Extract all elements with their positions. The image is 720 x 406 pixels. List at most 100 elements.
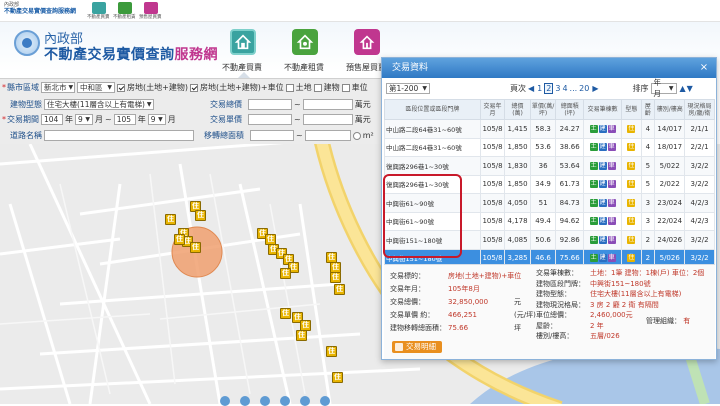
col-count[interactable]: 交易筆棟數 [583, 99, 623, 120]
total-price-max-input[interactable] [302, 99, 353, 110]
map-locate-icon[interactable] [260, 396, 270, 406]
from-year-select[interactable]: 104 [41, 114, 63, 125]
nav-rent-button[interactable] [292, 29, 318, 55]
filter-row-area: 移轉總面積 ~ m² [204, 130, 374, 141]
map-zoom-in-icon[interactable] [220, 396, 230, 406]
area-unit-radio[interactable] [352, 131, 361, 140]
map-measure-icon[interactable] [300, 396, 310, 406]
page-4[interactable]: 4 [562, 84, 567, 93]
area-max-input[interactable] [304, 130, 351, 141]
map-zoom-out-icon[interactable] [240, 396, 250, 406]
col-age[interactable]: 屋齡 [640, 99, 656, 120]
prev-page-icon[interactable]: ◀ [528, 84, 534, 93]
detail-value: 住宅大樓(11層含以上有電梯) [590, 290, 682, 298]
col-type[interactable]: 型態 [621, 99, 642, 120]
mini-logo[interactable]: 內政部 不動產交易實價查詢服務網 [4, 2, 80, 20]
to-month-select[interactable]: 9 ▼ [147, 114, 166, 125]
table-cell-ym: 105/8 [479, 193, 506, 213]
type-check-land[interactable] [285, 83, 294, 92]
range-select[interactable]: 第1-200 ▼ [386, 82, 430, 94]
nav-presale-button[interactable] [354, 29, 380, 55]
period-range-sep: ~ [105, 115, 112, 124]
detail-left-row: 交易年月： 105年8月 [390, 284, 514, 294]
required-mark: * [2, 83, 6, 92]
count-tag: 車 [607, 217, 616, 226]
count-tag: 車 [607, 254, 616, 263]
detail-label: 建物現況格局： [536, 300, 585, 309]
property-pin-icon[interactable]: 住 [174, 234, 185, 245]
type-check-building[interactable] [313, 83, 322, 92]
map-print-icon[interactable] [320, 396, 330, 406]
table-row[interactable]: 中山路二段64巷31~60號 105/8 1,850 53.6 38.66 土建車住 4 18… [384, 137, 715, 157]
type-check-house-land-parking[interactable] [189, 83, 198, 92]
property-pin-icon[interactable]: 住 [296, 330, 307, 341]
count-tag: 建 [598, 143, 607, 152]
table-cell-age: 3 [640, 193, 656, 213]
map-layer-icon[interactable] [280, 396, 290, 406]
rent-house-icon [296, 34, 314, 50]
property-pin-icon[interactable]: 住 [326, 346, 337, 357]
area-min-input[interactable] [250, 130, 294, 141]
detail-value: 3 房 2 廳 2 衛 有隔間 [590, 300, 659, 309]
mini-sale-icon[interactable] [92, 2, 106, 14]
unit-price-max-input[interactable] [302, 114, 353, 125]
col-floor[interactable]: 樓別/樓高 [654, 99, 686, 120]
col-year-month[interactable]: 交易年月 [479, 99, 506, 120]
table-row[interactable]: 復興路296巷1~30號 105/8 1,830 36 53.64 土建車住 5 5/022 3… [384, 156, 715, 176]
city-select[interactable]: 新北市 ▼ [41, 82, 75, 93]
unit-price-min-input[interactable] [248, 114, 292, 125]
property-pin-icon[interactable]: 住 [195, 210, 206, 221]
site-title[interactable]: 不動產交易實價查詢服務網 [44, 44, 218, 64]
col-total-price[interactable]: 總價(萬) [504, 99, 531, 120]
to-year-select[interactable]: 105 [113, 114, 136, 125]
detail-label: 建物移轉總面積： [390, 324, 446, 332]
table-cell-ym: 105/8 [479, 137, 506, 157]
nav-sale-button[interactable] [230, 29, 256, 55]
col-total-area[interactable]: 總面積(坪) [555, 99, 585, 120]
table-cell-count: 土建車 [583, 211, 623, 231]
table-cell-unit: 58.3 [529, 119, 557, 139]
presale-building-icon [359, 35, 375, 50]
page-2-current[interactable]: 2 [544, 82, 554, 94]
property-pin-icon[interactable]: 住 [334, 284, 345, 295]
property-pin-icon[interactable]: 住 [280, 268, 291, 279]
road-name-input[interactable] [44, 130, 194, 141]
transaction-detail-button[interactable]: 交易明細 [392, 341, 442, 353]
count-tag: 土 [589, 235, 598, 244]
type-label-building: 建物 [323, 83, 340, 92]
type-check-house-land[interactable] [117, 83, 125, 92]
total-price-min-input[interactable] [248, 99, 292, 110]
district-select[interactable]: 中和區 ▼ [77, 82, 115, 93]
mini-presale-icon[interactable] [144, 2, 158, 14]
page-3[interactable]: 3 [555, 84, 560, 93]
col-unit-price[interactable]: 單價(萬/坪) [529, 99, 557, 120]
table-cell-floor: 2/022 [654, 174, 686, 194]
next-page-icon[interactable]: ▶ [592, 84, 598, 93]
detail-mgmt-label: 管理組織： [646, 317, 681, 325]
property-pin-icon[interactable]: 住 [330, 272, 341, 283]
detail-left-row: 交易總價： 32,850,000 元 [390, 297, 521, 307]
from-month-select[interactable]: 9 ▼ [75, 114, 93, 125]
page-1[interactable]: 1 [537, 84, 542, 93]
col-layout[interactable]: 現況格局房/廳/衛 [684, 99, 715, 120]
detail-value: 五層/026 [590, 332, 620, 340]
table-cell-area: 84.73 [555, 193, 585, 213]
table-cell-floor: 24/026 [654, 230, 686, 250]
close-icon[interactable]: × [698, 62, 710, 74]
building-type-select[interactable]: 住宅大樓(11層含以上有電梯) ▼ [44, 99, 154, 110]
col-address[interactable]: 區段位置或區段門牌 [384, 99, 481, 120]
sort-desc-icon[interactable]: ▼ [687, 84, 693, 93]
table-cell-area: 24.27 [555, 119, 585, 139]
table-cell-floor: 5/022 [654, 156, 686, 176]
type-label-house-land: 房地(土地+建物) [127, 83, 188, 92]
page-20[interactable]: 20 [579, 84, 589, 93]
property-pin-icon[interactable]: 住 [280, 308, 291, 319]
property-pin-icon[interactable]: 住 [190, 242, 201, 253]
type-check-parking[interactable] [341, 83, 350, 92]
table-row[interactable]: 中山路二段64巷31~60號 105/8 1,415 58.3 24.27 土建車住 4 14… [384, 119, 715, 139]
sort-asc-icon[interactable]: ▲ [680, 84, 686, 93]
sort-select[interactable]: 年月 ▼ [650, 78, 677, 98]
property-pin-icon[interactable]: 住 [332, 372, 343, 383]
property-pin-icon[interactable]: 住 [165, 214, 176, 225]
mini-rent-icon[interactable] [118, 2, 132, 14]
